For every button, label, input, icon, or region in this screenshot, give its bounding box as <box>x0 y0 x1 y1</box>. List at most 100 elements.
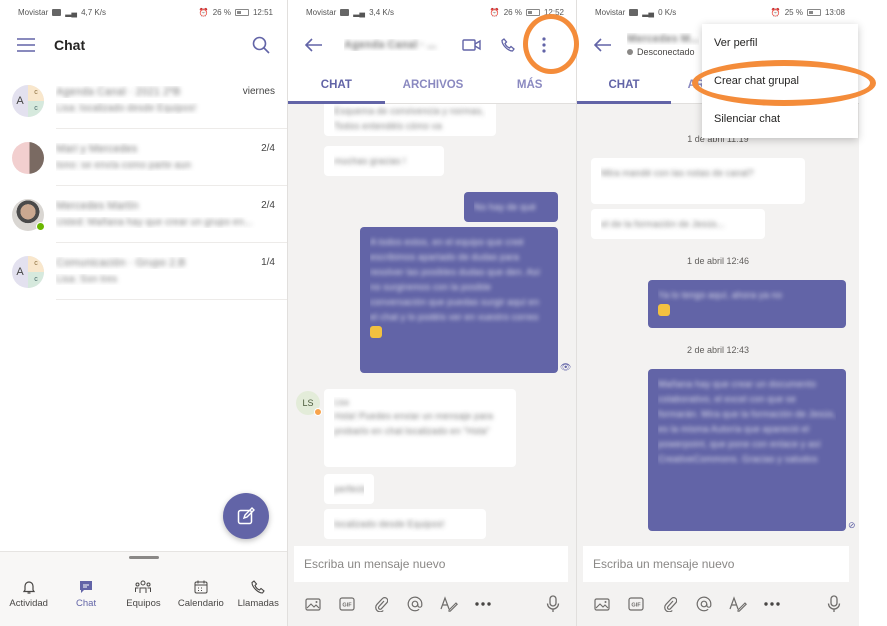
chat-list-item[interactable]: Mercedes Martín Usted: Mañana hay que cr… <box>0 186 287 243</box>
chat-date: 2/4 <box>261 143 275 154</box>
new-chat-button[interactable] <box>223 493 269 539</box>
chat-name: Comunicación · Grupo 2.B <box>56 257 186 269</box>
battery-icon <box>525 8 540 16</box>
microphone-icon[interactable] <box>817 592 851 616</box>
phone-icon <box>251 580 266 594</box>
contact-name[interactable]: Mercedes M... <box>627 33 699 45</box>
message-input[interactable] <box>583 546 849 582</box>
message-bubble: Esquema de convivencia y normas, Todos e… <box>324 104 496 136</box>
message-bubble: Mañana hay que crear un documento colabo… <box>648 369 846 531</box>
nav-calendar[interactable]: Calendario <box>173 579 229 609</box>
format-text-icon[interactable] <box>432 592 466 616</box>
presence-away-icon <box>314 408 322 416</box>
compose-icon <box>237 507 255 525</box>
status-bar: Movistar ▂▄ 4,7 K/s ⏰ 26 % 12:51 <box>0 0 287 24</box>
group-chat-screen: Movistar ▂▄ 3,4 K/s ⏰ 26 % 12:52 Agenda Cana… <box>288 0 578 626</box>
net-speed: 4,7 K/s <box>81 7 106 17</box>
seen-eye-icon: 👁 <box>560 362 572 372</box>
image-icon[interactable] <box>296 592 330 616</box>
nav-teams[interactable]: Equipos <box>115 579 171 609</box>
sim-icon <box>340 8 350 16</box>
gif-icon[interactable]: GIF <box>619 592 653 616</box>
back-arrow-icon[interactable] <box>589 31 617 59</box>
battery-icon <box>234 8 249 16</box>
nav-activity[interactable]: Actividad <box>1 579 57 609</box>
chat-list-item[interactable]: Acc Comunicación · Grupo 2.B Lisa: Son t… <box>0 243 287 300</box>
offline-dot-icon <box>627 49 633 55</box>
sim-icon <box>52 8 62 16</box>
status-bar: Movistar ▂▄ 3,4 K/s ⏰ 26 % 12:52 <box>288 0 578 24</box>
nav-chat[interactable]: Chat <box>58 579 114 609</box>
video-call-icon[interactable] <box>458 31 486 59</box>
message-bubble: localizado desde Equipos! <box>324 509 486 539</box>
image-icon[interactable] <box>585 592 619 616</box>
message-list: Esquema de convivencia y normas, Todos e… <box>288 104 578 549</box>
chat-name: Mercedes Martín <box>56 200 139 212</box>
bell-icon <box>22 581 35 594</box>
microphone-icon[interactable] <box>536 592 570 616</box>
status-bar: Movistar ▂▄ 0 K/s ⏰ 25 % 13:08 <box>577 0 859 24</box>
message-bubble: muchas gracias ! <box>324 146 444 176</box>
drag-handle[interactable] <box>128 556 159 559</box>
attach-icon[interactable] <box>364 592 398 616</box>
app-bar: Chat <box>0 24 287 66</box>
group-avatar: Acc <box>12 84 44 117</box>
message-list: 1 de abril 11:19 Mira mandé con las nota… <box>577 104 859 549</box>
search-icon[interactable] <box>247 31 275 59</box>
chat-preview: tono: se envía como parte aun <box>56 160 192 171</box>
menu-item-create-group-chat[interactable]: Crear chat grupal <box>702 62 858 100</box>
attach-icon[interactable] <box>653 592 687 616</box>
contact-avatar <box>12 198 45 231</box>
emoji <box>658 304 670 317</box>
chat-list-item[interactable]: Mari y Mercedes tono: se envía como part… <box>0 129 287 186</box>
chat-preview: Lisa: localizado desde Equipos! <box>56 103 197 114</box>
tab-more[interactable]: MÁS <box>481 66 578 103</box>
clock: 12:51 <box>252 7 273 17</box>
chat-list: Acc Agenda Canal · 2021 2ºB Lisa: locali… <box>0 72 287 300</box>
menu-item-mute-chat[interactable]: Silenciar chat <box>702 100 858 138</box>
chat-date: 1/4 <box>261 257 275 268</box>
alarm-icon: ⏰ <box>198 7 209 17</box>
chat-date: 2/4 <box>261 200 275 211</box>
gif-icon[interactable]: GIF <box>330 592 364 616</box>
svg-text:GIF: GIF <box>631 603 641 609</box>
svg-text:GIF: GIF <box>342 603 352 609</box>
hamburger-icon[interactable] <box>12 31 40 59</box>
tab-chat[interactable]: CHAT <box>577 66 671 104</box>
message-bubble: Lisa Hola! Puedes enviar un mensaje para… <box>324 389 516 467</box>
presence-status: Desconectado <box>627 47 699 57</box>
chat-date: viernes <box>242 86 275 97</box>
more-icon[interactable] <box>755 592 789 616</box>
carrier: Movistar <box>18 7 49 17</box>
bottom-nav: Actividad Chat Equipos Calendario Llamad… <box>0 551 287 626</box>
phone-icon[interactable] <box>494 31 522 59</box>
composer: GIF <box>288 540 578 626</box>
sender-avatar: LS <box>296 391 322 416</box>
composer: GIF <box>577 540 859 626</box>
back-arrow-icon[interactable] <box>300 31 328 59</box>
message-input[interactable] <box>294 546 568 582</box>
tab-chat[interactable]: CHAT <box>288 66 385 104</box>
chat-list-item[interactable]: Acc Agenda Canal · 2021 2ºB Lisa: locali… <box>0 72 287 129</box>
menu-item-view-profile[interactable]: Ver perfil <box>702 24 858 62</box>
chat-list-screen: Movistar ▂▄ 4,7 K/s ⏰ 26 % 12:51 Chat Acc Ag… <box>0 0 287 626</box>
overflow-menu: Ver perfil Crear chat grupal Silenciar c… <box>702 24 858 138</box>
mention-icon[interactable] <box>687 592 721 616</box>
format-text-icon[interactable] <box>721 592 755 616</box>
signal-icon: ▂▄ <box>65 7 78 17</box>
more-options-icon[interactable] <box>530 31 558 59</box>
chat-title[interactable]: Agenda Canal · ... <box>344 39 454 51</box>
tab-files[interactable]: ARCHIVOS <box>385 66 482 103</box>
message-bubble: No hay de qué <box>464 192 558 222</box>
mention-icon[interactable] <box>398 592 432 616</box>
calendar-icon <box>194 580 208 594</box>
page-title: Chat <box>54 37 86 53</box>
message-bubble: Ya lo tengo aquí, ahora ya no <box>648 280 846 328</box>
sent-check-icon: ⊘ <box>848 520 856 530</box>
signal-icon: ▂▄ <box>642 7 655 17</box>
alarm-icon: ⏰ <box>489 7 500 17</box>
nav-calls[interactable]: Llamadas <box>230 579 286 609</box>
more-icon[interactable] <box>466 592 500 616</box>
battery-percent: 26 % <box>212 7 231 17</box>
message-bubble: perfecto <box>324 474 374 504</box>
